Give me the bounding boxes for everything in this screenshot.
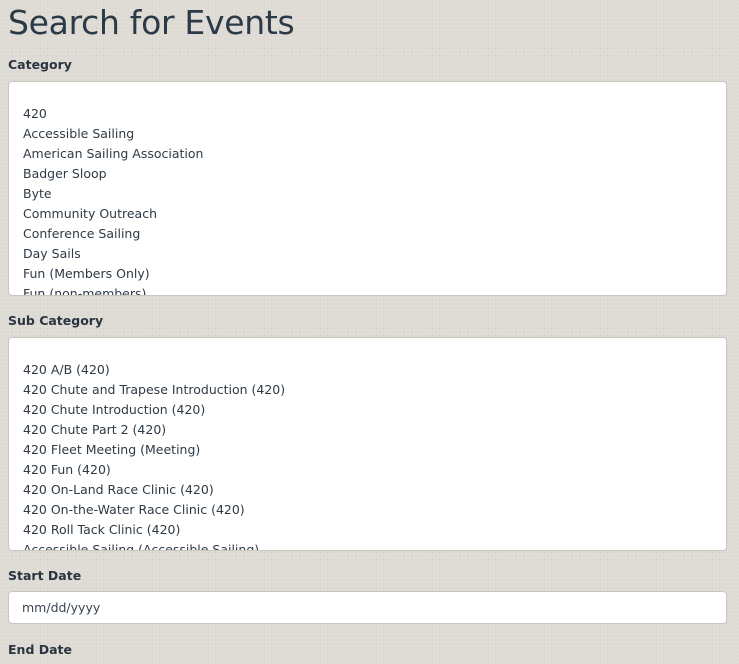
sub-category-label: Sub Category [8,313,104,328]
category-label: Category [8,57,72,72]
category-option[interactable]: Fun (non-members) [23,284,726,295]
sub-category-option[interactable]: 420 On-Land Race Clinic (420) [23,480,726,500]
sub-category-option[interactable]: 420 Chute Part 2 (420) [23,420,726,440]
sub-category-option[interactable]: 420 Fun (420) [23,460,726,480]
sub-category-option[interactable]: Accessible Sailing (Accessible Sailing) [23,540,726,550]
page-title: Search for Events [8,3,295,42]
end-date-label: End Date [8,642,73,657]
category-option[interactable]: Badger Sloop [23,164,726,184]
sub-category-option[interactable]: 420 Chute Introduction (420) [23,400,726,420]
category-option[interactable]: Accessible Sailing [23,124,726,144]
category-option[interactable]: Byte [23,184,726,204]
sub-category-option[interactable]: 420 Fleet Meeting (Meeting) [23,440,726,460]
category-option[interactable]: Community Outreach [23,204,726,224]
category-option[interactable]: Fun (Members Only) [23,264,726,284]
sub-category-option[interactable]: 420 Chute and Trapese Introduction (420) [23,380,726,400]
sub-category-options: 420 A/B (420) 420 Chute and Trapese Intr… [23,360,726,550]
start-date-input[interactable] [8,591,727,624]
category-option[interactable]: Day Sails [23,244,726,264]
category-option[interactable]: Conference Sailing [23,224,726,244]
sub-category-option[interactable]: 420 On-the-Water Race Clinic (420) [23,500,726,520]
category-options: 420 Accessible Sailing American Sailing … [23,104,726,295]
sub-category-option[interactable]: 420 Roll Tack Clinic (420) [23,520,726,540]
start-date-label: Start Date [8,568,82,583]
category-listbox[interactable]: 420 Accessible Sailing American Sailing … [8,81,727,296]
sub-category-option[interactable]: 420 A/B (420) [23,360,726,380]
sub-category-listbox[interactable]: 420 A/B (420) 420 Chute and Trapese Intr… [8,337,727,551]
category-option[interactable]: 420 [23,104,726,124]
category-option[interactable]: American Sailing Association [23,144,726,164]
